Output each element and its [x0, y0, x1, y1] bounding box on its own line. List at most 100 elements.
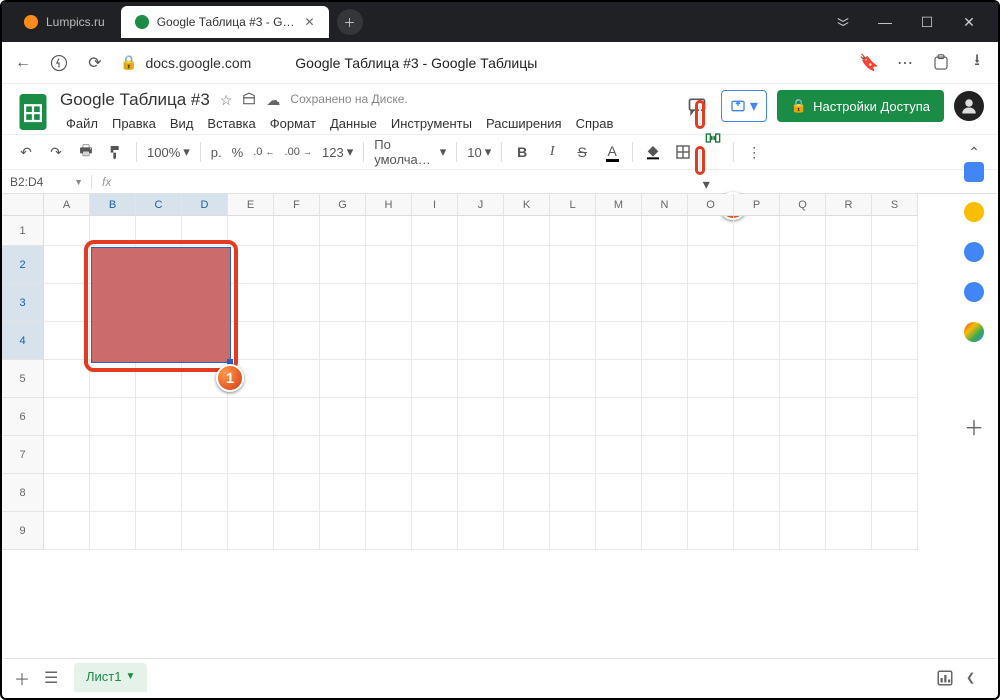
- row-2[interactable]: 2: [2, 246, 44, 284]
- col-I[interactable]: I: [412, 194, 458, 216]
- browser-tab-sheets[interactable]: Google Таблица #3 - G… ✕: [121, 6, 329, 38]
- name-box[interactable]: B2:D4▼: [2, 175, 92, 189]
- bold-button[interactable]: B: [508, 138, 536, 166]
- menu-insert[interactable]: Вставка: [201, 114, 261, 133]
- yandex-icon[interactable]: [48, 52, 70, 74]
- row-6[interactable]: 6: [2, 398, 44, 436]
- row-1[interactable]: 1: [2, 216, 44, 246]
- select-all-corner[interactable]: [2, 194, 44, 216]
- bookmark-icon[interactable]: 🔖: [858, 52, 880, 74]
- row-4[interactable]: 4: [2, 322, 44, 360]
- calendar-icon[interactable]: [964, 162, 984, 182]
- inc-decimal-button[interactable]: .00→: [281, 146, 316, 158]
- formula-bar: B2:D4▼ fx: [2, 170, 998, 194]
- star-icon[interactable]: ☆: [220, 92, 233, 109]
- undo-button[interactable]: ↶: [12, 138, 40, 166]
- col-H[interactable]: H: [366, 194, 412, 216]
- downloads-icon[interactable]: ⭳: [966, 52, 988, 74]
- window-close-button[interactable]: ✕: [948, 2, 990, 42]
- font-select[interactable]: По умолча… ▾: [370, 137, 450, 167]
- menu-file[interactable]: Файл: [60, 114, 104, 133]
- all-sheets-button[interactable]: ☰: [44, 668, 64, 688]
- contacts-icon[interactable]: [964, 282, 984, 302]
- avatar[interactable]: [954, 91, 984, 121]
- row-5[interactable]: 5: [2, 360, 44, 398]
- number-format-more[interactable]: 123 ▾: [318, 144, 357, 160]
- row-7[interactable]: 7: [2, 436, 44, 474]
- col-N[interactable]: N: [642, 194, 688, 216]
- zoom-select[interactable]: 100% ▾: [143, 144, 194, 160]
- col-S[interactable]: S: [872, 194, 918, 216]
- col-M[interactable]: M: [596, 194, 642, 216]
- paint-format-button[interactable]: [102, 138, 130, 166]
- sheets-logo-icon[interactable]: [16, 90, 50, 134]
- row-3[interactable]: 3: [2, 284, 44, 322]
- favicon-icon: [24, 15, 38, 29]
- dec-decimal-button[interactable]: .0←: [249, 146, 278, 158]
- tasks-icon[interactable]: [964, 242, 984, 262]
- window-minimize-button[interactable]: —: [864, 2, 906, 42]
- merge-cells-button[interactable]: [699, 124, 727, 152]
- menu-extensions[interactable]: Расширения: [480, 114, 568, 133]
- doc-name[interactable]: Google Таблица #3: [60, 90, 210, 110]
- add-sheet-button[interactable]: ＋: [14, 666, 34, 690]
- more-toolbar-icon[interactable]: ⋮: [740, 138, 768, 166]
- share-button[interactable]: 🔒 Настройки Доступа: [777, 90, 944, 122]
- col-R[interactable]: R: [826, 194, 872, 216]
- menu-view[interactable]: Вид: [164, 114, 200, 133]
- currency-button[interactable]: р.: [207, 145, 226, 160]
- menu-help[interactable]: Справ: [570, 114, 620, 133]
- print-button[interactable]: 🖶: [72, 138, 100, 166]
- col-O[interactable]: O: [688, 194, 734, 216]
- fill-color-button[interactable]: [639, 138, 667, 166]
- row-8[interactable]: 8: [2, 474, 44, 512]
- percent-button[interactable]: %: [228, 145, 248, 160]
- col-C[interactable]: C: [136, 194, 182, 216]
- collapse-panel-icon[interactable]: ❮: [966, 671, 986, 684]
- add-addon-button[interactable]: ＋: [964, 412, 984, 441]
- col-L[interactable]: L: [550, 194, 596, 216]
- browser-tab-lumpics[interactable]: Lumpics.ru: [10, 6, 119, 38]
- browser-menu-icon[interactable]: [822, 2, 864, 42]
- menu-data[interactable]: Данные: [324, 114, 383, 133]
- strike-button[interactable]: S: [568, 138, 596, 166]
- row-9[interactable]: 9: [2, 512, 44, 550]
- col-E[interactable]: E: [228, 194, 274, 216]
- reload-button[interactable]: ⟳: [84, 52, 106, 74]
- col-A[interactable]: A: [44, 194, 90, 216]
- share-label: Настройки Доступа: [813, 99, 930, 114]
- close-icon[interactable]: ✕: [304, 15, 314, 29]
- font-size-select[interactable]: 10 ▾: [463, 144, 495, 160]
- new-tab-button[interactable]: ＋: [337, 9, 363, 35]
- col-B[interactable]: B: [90, 194, 136, 216]
- keep-icon[interactable]: [964, 202, 984, 222]
- menu-format[interactable]: Формат: [264, 114, 322, 133]
- redo-button[interactable]: ↷: [42, 138, 70, 166]
- address-bar[interactable]: 🔒 docs.google.com: [120, 54, 251, 71]
- extensions-icon[interactable]: [930, 52, 952, 74]
- menu-tools[interactable]: Инструменты: [385, 114, 478, 133]
- col-Q[interactable]: Q: [780, 194, 826, 216]
- more-icon[interactable]: ⋯: [894, 52, 916, 74]
- col-D[interactable]: D: [182, 194, 228, 216]
- borders-button[interactable]: [669, 138, 697, 166]
- cloud-icon[interactable]: ☁: [266, 92, 280, 109]
- selection-range[interactable]: [91, 247, 231, 363]
- maps-icon[interactable]: [964, 322, 984, 342]
- col-F[interactable]: F: [274, 194, 320, 216]
- explore-button[interactable]: [936, 669, 956, 687]
- present-button[interactable]: ▾: [721, 90, 767, 122]
- tab-label: Lumpics.ru: [46, 15, 105, 29]
- move-icon[interactable]: [242, 92, 256, 109]
- back-button[interactable]: ←: [12, 52, 34, 74]
- col-G[interactable]: G: [320, 194, 366, 216]
- sheet-tab-1[interactable]: Лист1 ▼: [74, 663, 147, 692]
- text-color-button[interactable]: A: [598, 138, 626, 166]
- col-K[interactable]: K: [504, 194, 550, 216]
- col-P[interactable]: P: [734, 194, 780, 216]
- menu-edit[interactable]: Правка: [106, 114, 162, 133]
- italic-button[interactable]: I: [538, 138, 566, 166]
- col-J[interactable]: J: [458, 194, 504, 216]
- lock-icon: 🔒: [791, 98, 807, 114]
- window-maximize-button[interactable]: ☐: [906, 2, 948, 42]
